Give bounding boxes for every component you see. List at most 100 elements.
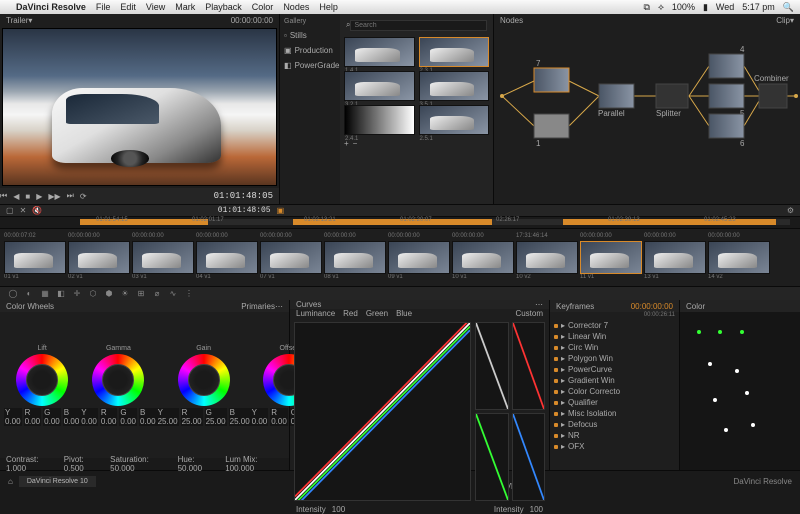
strip-clip[interactable]: 00:00:00:0002 v1 — [68, 233, 130, 282]
strip-clip[interactable]: 00:00:00:0009 v1 — [388, 233, 450, 282]
curve-mini-lum[interactable] — [475, 322, 509, 410]
stat-lum[interactable]: Lum Mix: 100.000 — [225, 455, 283, 473]
marker-icon[interactable]: ▣ — [277, 206, 285, 215]
tool-icon[interactable]: ◯ — [8, 289, 18, 299]
curve-tab[interactable]: Custom — [515, 309, 543, 318]
strip-clip[interactable]: 00:00:00:0013 v1 — [644, 233, 706, 282]
tool-icon[interactable]: ⬡ — [88, 289, 98, 299]
tool-icon[interactable]: ∿ — [168, 289, 178, 299]
curve-editor[interactable] — [294, 322, 471, 501]
color-wheel-gain[interactable] — [178, 354, 230, 406]
bluetooth-icon[interactable]: ⧉ — [644, 2, 650, 13]
curve-mini-blue[interactable] — [512, 413, 546, 501]
keyframe-item[interactable]: ▸Corrector 7 — [552, 320, 677, 331]
gallery-search[interactable] — [350, 20, 487, 31]
project-name[interactable]: DaVinci Resolve 10 — [19, 476, 96, 487]
wheel-val[interactable]: B 25.00 — [229, 408, 251, 426]
strip-clip[interactable]: 00:00:00:0014 v2 — [708, 233, 770, 282]
spotlight-icon[interactable]: 🔍 — [783, 2, 794, 13]
node-graph[interactable]: 7 1 Parallel Splitter 4 5 6 Combiner — [494, 26, 800, 204]
wheel-val[interactable]: R 0.00 — [24, 408, 42, 426]
wheel-val[interactable]: R 0.00 — [270, 408, 288, 426]
step-back-icon[interactable]: ◀ — [13, 192, 19, 201]
shuffle-icon[interactable]: ✕ — [20, 206, 27, 215]
keyframe-item[interactable]: ▸Color Correcto — [552, 386, 677, 397]
loop-icon[interactable]: ⟳ — [80, 192, 87, 201]
wheel-val[interactable]: Y 25.00 — [157, 408, 179, 426]
chevron-down-icon[interactable]: ▾ — [790, 16, 794, 25]
menu-edit[interactable]: Edit — [120, 2, 136, 12]
color-scope[interactable] — [680, 312, 800, 470]
keyframe-item[interactable]: ▸Circ Win — [552, 342, 677, 353]
wheel-val[interactable]: B 0.00 — [63, 408, 81, 426]
wheel-val[interactable]: R 0.00 — [100, 408, 118, 426]
clip-strip[interactable]: 00:00:07:0201 v100:00:00:0002 v100:00:00… — [0, 228, 800, 286]
gallery-thumb[interactable]: 2.4.1 — [344, 105, 415, 135]
stat-sat[interactable]: Saturation: 50.000 — [110, 455, 169, 473]
keyframe-item[interactable]: ▸Linear Win — [552, 331, 677, 342]
tool-icon[interactable]: ▦ — [40, 289, 50, 299]
keyframe-item[interactable]: ▸Misc Isolation — [552, 408, 677, 419]
curve-tab[interactable]: Green — [366, 309, 388, 318]
gallery-thumb[interactable]: 1.4.1 — [344, 37, 415, 67]
gallery-thumb[interactable]: 3.5.1 — [419, 71, 490, 101]
keyframe-item[interactable]: ▸PowerCurve — [552, 364, 677, 375]
gallery-thumb[interactable]: 2.5.1 — [419, 105, 490, 135]
menu-nodes[interactable]: Nodes — [283, 2, 309, 12]
keyframe-item[interactable]: ▸Defocus — [552, 419, 677, 430]
tool-icon[interactable]: ⋮ — [184, 289, 194, 299]
wheel-val[interactable]: G 25.00 — [205, 408, 227, 426]
prev-clip-icon[interactable]: ⏮ — [0, 191, 7, 201]
tool-icon[interactable]: ⬢ — [104, 289, 114, 299]
curve-tab[interactable]: Luminance — [296, 309, 335, 318]
viewer-image[interactable] — [2, 28, 277, 186]
step-fwd-icon[interactable]: ▶▶ — [48, 192, 60, 201]
curve-mini-red[interactable] — [512, 322, 546, 410]
wheel-val[interactable]: Y 0.00 — [251, 408, 269, 426]
wheels-mode[interactable]: Primaries — [241, 302, 275, 311]
stat-contrast[interactable]: Contrast: 1.000 — [6, 455, 56, 473]
mute-icon[interactable]: 🔇 — [32, 206, 42, 215]
strip-clip[interactable]: 00:00:00:0003 v1 — [132, 233, 194, 282]
curve-tab[interactable]: Blue — [396, 309, 412, 318]
tool-icon[interactable]: ◧ — [56, 289, 66, 299]
strip-clip[interactable]: 00:00:00:0004 v1 — [196, 233, 258, 282]
tool-icon[interactable]: ☀ — [120, 289, 130, 299]
gallery-cat-powergrade[interactable]: ◧PowerGrade — [284, 61, 336, 70]
tool-icon[interactable]: ⊞ — [136, 289, 146, 299]
nodes-mode[interactable]: Clip — [776, 16, 790, 25]
wheel-val[interactable]: Y 0.00 — [4, 408, 22, 426]
strip-clip[interactable]: 00:00:00:0010 v1 — [452, 233, 514, 282]
settings-icon[interactable]: ⚙ — [787, 206, 794, 215]
tl-opt-icon[interactable]: ▢ — [6, 206, 14, 215]
next-clip-icon[interactable]: ⏭ — [67, 191, 74, 201]
viewer-title[interactable]: Trailer — [6, 16, 28, 25]
tool-icon[interactable]: ◐ — [24, 289, 34, 299]
wheel-val[interactable]: G 0.00 — [43, 408, 61, 426]
gallery-thumb[interactable]: 3.2.1 — [344, 71, 415, 101]
dots-icon[interactable]: ⋯ — [535, 300, 543, 309]
wheel-val[interactable]: G 0.00 — [119, 408, 137, 426]
app-name[interactable]: DaVinci Resolve — [16, 2, 86, 12]
keyframe-item[interactable]: ▸OFX — [552, 441, 677, 452]
keyframe-item[interactable]: ▸Qualifier — [552, 397, 677, 408]
home-icon[interactable]: ⌂ — [8, 477, 13, 486]
tool-icon[interactable]: ✛ — [72, 289, 82, 299]
keyframe-item[interactable]: ▸Polygon Win — [552, 353, 677, 364]
gallery-thumb[interactable]: 2.3.1 — [419, 37, 490, 67]
wheel-val[interactable]: R 25.00 — [181, 408, 203, 426]
menu-mark[interactable]: Mark — [175, 2, 195, 12]
menu-color[interactable]: Color — [252, 2, 274, 12]
play-icon[interactable]: ▶ — [36, 192, 42, 201]
strip-clip[interactable]: 00:00:00:0011 v1 — [580, 233, 642, 282]
gallery-cat-production[interactable]: ▣Production — [284, 46, 336, 55]
strip-clip[interactable]: 17:31:46:1410 v2 — [516, 233, 578, 282]
menu-view[interactable]: View — [146, 2, 165, 12]
chevron-down-icon[interactable]: ▾ — [28, 16, 32, 25]
wifi-icon[interactable]: ⟡ — [658, 2, 664, 13]
strip-clip[interactable]: 00:00:00:0008 v1 — [324, 233, 386, 282]
stat-pivot[interactable]: Pivot: 0.500 — [64, 455, 102, 473]
color-wheel-lift[interactable] — [16, 354, 68, 406]
wheel-val[interactable]: B 0.00 — [139, 408, 157, 426]
curve-tab[interactable]: Red — [343, 309, 358, 318]
